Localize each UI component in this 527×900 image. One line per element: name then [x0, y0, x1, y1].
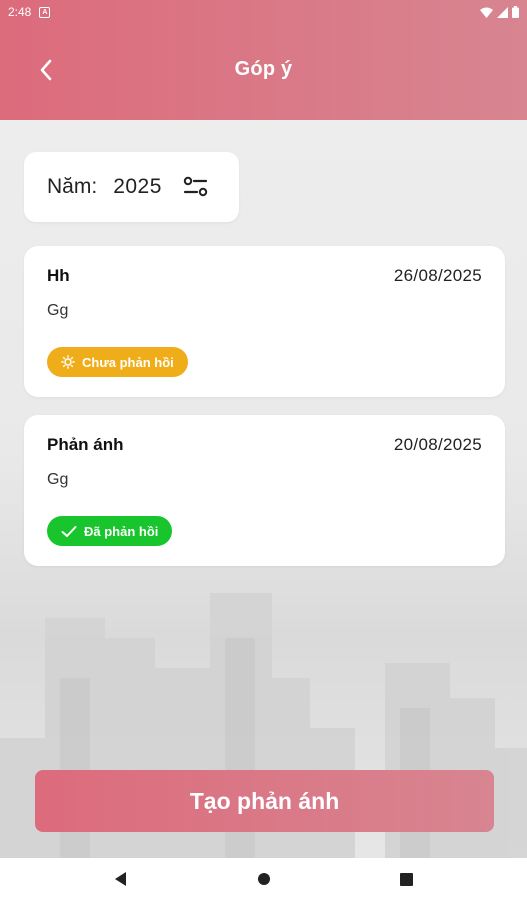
notification-icon: A [39, 6, 51, 18]
status-badge-label: Chưa phản hồi [82, 354, 174, 370]
status-indicators [480, 6, 519, 18]
status-time: 2:48 [8, 5, 32, 19]
nav-back-button[interactable] [111, 869, 131, 889]
year-filter[interactable]: Năm: 2025 [24, 152, 239, 222]
feedback-title: Phản ánh [47, 435, 124, 454]
feedback-content: Gg [47, 471, 69, 488]
signal-icon [497, 6, 508, 18]
status-badge-label: Đã phản hồi [84, 523, 159, 539]
feedback-card[interactable]: Hh 26/08/2025 Gg Chưa phản hồi [24, 246, 505, 397]
sun-icon [61, 355, 75, 369]
system-nav-bar [0, 858, 527, 900]
sliders-icon[interactable] [183, 175, 209, 199]
year-value: 2025 [113, 175, 162, 198]
feedback-date: 20/08/2025 [393, 435, 482, 454]
nav-home-button[interactable] [254, 869, 274, 889]
nav-recents-button[interactable] [396, 869, 416, 889]
app-header: 2:48 A Góp ý [0, 0, 527, 120]
feedback-title: Hh [47, 266, 70, 285]
feedback-content: Gg [47, 302, 69, 319]
year-filter-label: Năm: [47, 175, 98, 198]
create-feedback-button[interactable]: Tạo phản ánh [35, 770, 494, 832]
wifi-icon [480, 7, 493, 18]
page-title: Góp ý [234, 58, 293, 80]
feedback-date: 26/08/2025 [393, 266, 482, 285]
check-icon [61, 525, 77, 537]
battery-icon [512, 6, 519, 18]
status-badge: Đã phản hồi [47, 516, 173, 546]
status-bar: 2:48 A [0, 0, 527, 24]
triangle-back-icon [115, 872, 126, 886]
status-badge: Chưa phản hồi [47, 347, 188, 377]
circle-home-icon [258, 873, 270, 885]
square-recents-icon [399, 872, 413, 886]
feedback-card[interactable]: Phản ánh 20/08/2025 Gg Đã phản hồi [24, 415, 505, 566]
content-area: Năm: 2025 Hh 26/08/2025 Gg Chưa phản hồi… [0, 120, 527, 858]
